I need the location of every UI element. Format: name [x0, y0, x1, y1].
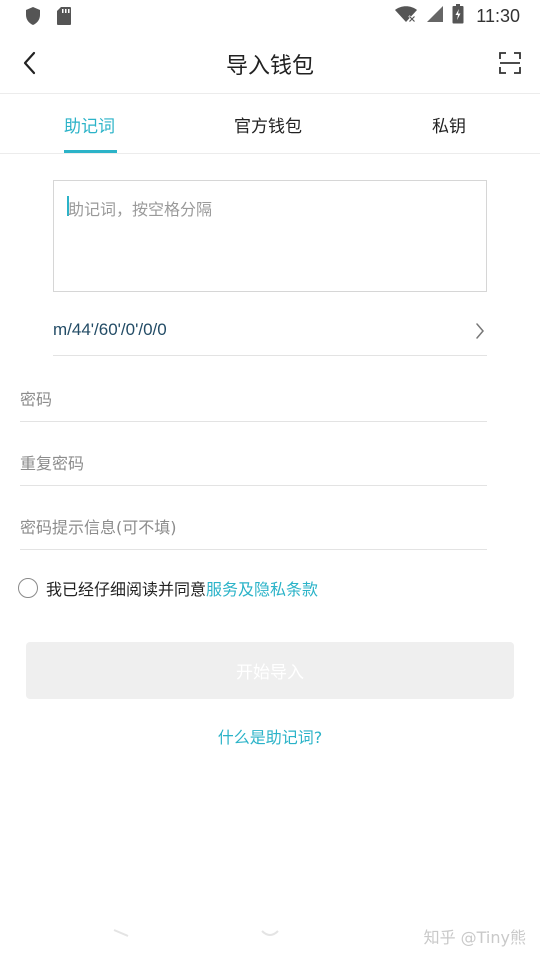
password-field[interactable]: 密码 [20, 372, 487, 422]
terms-link[interactable]: 服务及隐私条款 [206, 576, 318, 600]
password-hint-placeholder: 密码提示信息(可不填) [20, 518, 177, 537]
tab-private-key[interactable]: 私钥 [432, 112, 466, 137]
chevron-right-icon [475, 322, 485, 344]
agreement-checkbox[interactable] [18, 578, 38, 598]
watermark: 知乎 @Tiny熊 [423, 928, 526, 947]
signal-icon [426, 5, 444, 27]
scan-icon [499, 52, 521, 74]
scan-button[interactable] [494, 47, 526, 79]
app-bar: 导入钱包 [0, 32, 540, 94]
derivation-path-row[interactable]: m/44'/60'/0'/0/0 [53, 306, 487, 356]
repeat-password-placeholder: 重复密码 [20, 454, 85, 473]
tab-bar: 助记词 官方钱包 私钥 [0, 94, 540, 154]
tab-indicator [64, 150, 117, 153]
derivation-path-value: m/44'/60'/0'/0/0 [53, 320, 167, 339]
tab-official-wallet[interactable]: 官方钱包 [234, 112, 302, 137]
repeat-password-field[interactable]: 重复密码 [20, 436, 487, 486]
mnemonic-input[interactable]: 助记词，按空格分隔 [53, 180, 487, 292]
password-placeholder: 密码 [20, 390, 53, 409]
wifi-icon [394, 5, 418, 27]
start-import-button[interactable]: 开始导入 [26, 642, 514, 699]
shield-icon [24, 6, 42, 30]
mnemonic-placeholder: 助记词，按空格分隔 [68, 200, 213, 219]
nav-back-hint-icon [113, 929, 129, 937]
start-import-label: 开始导入 [236, 663, 304, 683]
status-bar: 11:30 [0, 0, 540, 32]
page-title: 导入钱包 [225, 54, 314, 79]
agreement-row: 我已经仔细阅读并同意 服务及隐私条款 [18, 576, 318, 600]
sd-card-icon [56, 6, 72, 30]
battery-icon [452, 4, 464, 28]
nav-home-hint-icon [261, 930, 279, 936]
password-hint-field[interactable]: 密码提示信息(可不填) [20, 500, 487, 550]
what-is-mnemonic-link[interactable]: 什么是助记词? [0, 724, 540, 748]
agreement-text: 我已经仔细阅读并同意 [46, 580, 207, 599]
tab-mnemonic[interactable]: 助记词 [64, 112, 115, 137]
status-time: 11:30 [476, 5, 520, 26]
